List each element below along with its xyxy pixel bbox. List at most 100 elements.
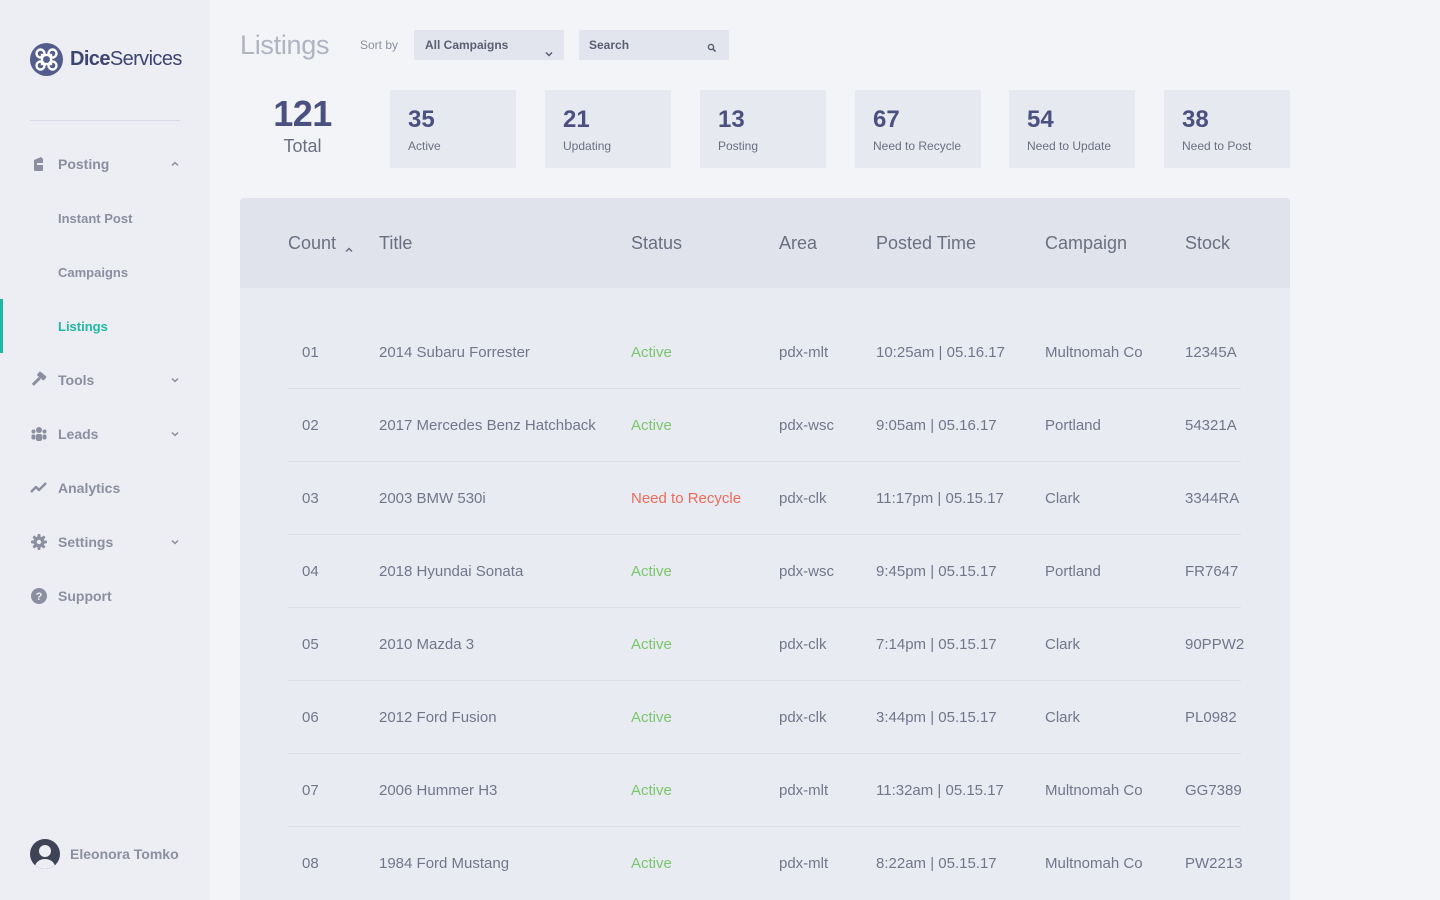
- brand-name: DiceServices: [70, 48, 182, 70]
- stat-card-updating[interactable]: 21 Updating: [545, 90, 671, 168]
- table-row[interactable]: 04 2018 Hyundai Sonata Active pdx-wsc 9:45pm…: [288, 535, 1241, 608]
- row-status: Active: [631, 782, 672, 799]
- row-campaign: Clark: [1045, 490, 1081, 507]
- row-status: Active: [631, 709, 672, 726]
- campaign-select[interactable]: All Campaigns: [414, 30, 564, 60]
- table-row[interactable]: 02 2017 Mercedes Benz Hatchback Active pdx-…: [288, 389, 1241, 462]
- brand-logo[interactable]: DiceServices: [30, 43, 182, 76]
- row-area: pdx-clk: [779, 709, 827, 726]
- page-title: Listings: [240, 30, 330, 60]
- column-header-posted-time[interactable]: Posted Time: [876, 233, 976, 254]
- user-profile[interactable]: Eleonora Tomko: [30, 839, 179, 869]
- search-input[interactable]: [579, 30, 699, 60]
- row-posted-time: 8:22am | 05.15.17: [876, 855, 997, 872]
- sidebar-item-settings[interactable]: Settings: [0, 515, 210, 569]
- stat-value: 21: [563, 106, 590, 133]
- total-label: Total: [283, 136, 322, 156]
- row-title: 2014 Subaru Forrester: [379, 344, 530, 361]
- row-area: pdx-wsc: [779, 417, 835, 434]
- row-count: 07: [302, 782, 319, 799]
- row-count: 03: [302, 490, 319, 507]
- stat-card-need-to-recycle[interactable]: 67 Need to Recycle: [855, 90, 981, 168]
- column-header-title[interactable]: Title: [379, 233, 412, 254]
- row-campaign: Portland: [1045, 563, 1101, 580]
- row-status: Need to Recycle: [631, 490, 742, 507]
- row-posted-time: 3:44pm | 05.15.17: [876, 709, 997, 726]
- sort-label: Sort by: [360, 38, 399, 52]
- column-header-count[interactable]: Count: [288, 233, 354, 254]
- row-campaign: Clark: [1045, 709, 1081, 726]
- sidebar-item-campaigns[interactable]: Campaigns: [0, 245, 210, 299]
- row-stock: PW2213: [1185, 855, 1243, 872]
- chevron-down-icon[interactable]: [170, 375, 180, 385]
- row-title: 2006 Hummer H3: [379, 782, 498, 799]
- stat-label: Updating: [563, 139, 612, 153]
- stat-card-need-to-update[interactable]: 54 Need to Update: [1009, 90, 1135, 168]
- sidebar-item-label: Campaigns: [58, 264, 129, 280]
- stat-card-posting[interactable]: 13 Posting: [700, 90, 826, 168]
- row-area: pdx-mlt: [779, 344, 829, 361]
- sidebar-item-label: Settings: [58, 534, 114, 550]
- sidebar-item-analytics[interactable]: Analytics: [0, 461, 210, 515]
- sidebar: DiceServices Posting Instant Post Campai…: [0, 0, 210, 900]
- stat-value: 54: [1027, 106, 1054, 133]
- row-campaign: Multnomah Co: [1045, 782, 1143, 799]
- total-value: 121: [273, 93, 332, 134]
- row-count: 01: [302, 344, 319, 361]
- row-title: 1984 Ford Mustang: [379, 855, 510, 872]
- gear-icon: [30, 533, 48, 551]
- stat-label: Need to Update: [1027, 139, 1112, 153]
- row-campaign: Multnomah Co: [1045, 855, 1143, 872]
- chevron-down-icon[interactable]: [170, 537, 180, 547]
- row-title: 2017 Mercedes Benz Hatchback: [379, 417, 596, 434]
- sidebar-item-label: Leads: [58, 426, 99, 442]
- sidebar-item-support[interactable]: ? Support: [0, 569, 210, 623]
- sidebar-item-leads[interactable]: Leads: [0, 407, 210, 461]
- table-row[interactable]: 05 2010 Mazda 3 Active pdx-clk 7:14pm | 05.1…: [288, 608, 1245, 681]
- chevron-down-icon: [544, 40, 554, 57]
- table-row[interactable]: 03 2003 BMW 530i Need to Recycle pdx-clk 11:…: [288, 462, 1241, 535]
- dice-logo-icon: [30, 43, 63, 76]
- table-row[interactable]: 08 1984 Ford Mustang Active pdx-mlt 8:22am |…: [288, 827, 1243, 900]
- stat-value: 35: [408, 106, 435, 133]
- stat-value: 67: [873, 106, 900, 133]
- sidebar-item-listings[interactable]: Listings: [0, 299, 210, 353]
- table-row[interactable]: 06 2012 Ford Fusion Active pdx-clk 3:44pm | …: [288, 681, 1241, 754]
- sort-ascending-icon[interactable]: [344, 239, 354, 253]
- row-posted-time: 11:32am | 05.15.17: [876, 782, 1004, 799]
- row-count: 02: [302, 417, 319, 434]
- svg-text:?: ?: [36, 591, 43, 603]
- search-box: [579, 30, 729, 60]
- campaign-select-value: All Campaigns: [425, 38, 509, 52]
- table-row[interactable]: 07 2006 Hummer H3 Active pdx-mlt 11:32am | 0…: [288, 754, 1242, 827]
- row-status: Active: [631, 563, 672, 580]
- row-posted-time: 9:45pm | 05.15.17: [876, 563, 997, 580]
- stat-card-need-to-post[interactable]: 38 Need to Post: [1164, 90, 1290, 168]
- table-row[interactable]: 01 2014 Subaru Forrester Active pdx-mlt 10:2…: [288, 316, 1241, 389]
- stat-value: 13: [718, 106, 745, 133]
- column-header-campaign[interactable]: Campaign: [1045, 233, 1127, 254]
- row-area: pdx-mlt: [779, 855, 829, 872]
- sidebar-item-label: Support: [58, 588, 112, 604]
- row-status: Active: [631, 855, 672, 872]
- row-area: pdx-wsc: [779, 563, 835, 580]
- sidebar-item-label: Analytics: [58, 480, 121, 496]
- chevron-down-icon[interactable]: [170, 429, 180, 439]
- row-count: 04: [302, 563, 319, 580]
- sidebar-item-tools[interactable]: Tools: [0, 353, 210, 407]
- row-posted-time: 7:14pm | 05.15.17: [876, 636, 997, 653]
- row-stock: 90PPW2: [1185, 636, 1245, 653]
- sidebar-item-posting[interactable]: Posting: [0, 137, 210, 191]
- stat-card-active[interactable]: 35 Active: [390, 90, 516, 168]
- column-header-status[interactable]: Status: [631, 233, 682, 254]
- row-stock: 54321A: [1185, 417, 1237, 434]
- column-header-area[interactable]: Area: [779, 233, 817, 254]
- column-header-stock[interactable]: Stock: [1185, 233, 1230, 254]
- row-posted-time: 11:17pm | 05.15.17: [876, 490, 1004, 507]
- search-icon[interactable]: [707, 40, 717, 53]
- row-status: Active: [631, 344, 672, 361]
- chevron-up-icon[interactable]: [170, 159, 180, 169]
- sidebar-item-instant-post[interactable]: Instant Post: [0, 191, 210, 245]
- stat-label: Need to Post: [1182, 139, 1252, 153]
- row-count: 05: [302, 636, 319, 653]
